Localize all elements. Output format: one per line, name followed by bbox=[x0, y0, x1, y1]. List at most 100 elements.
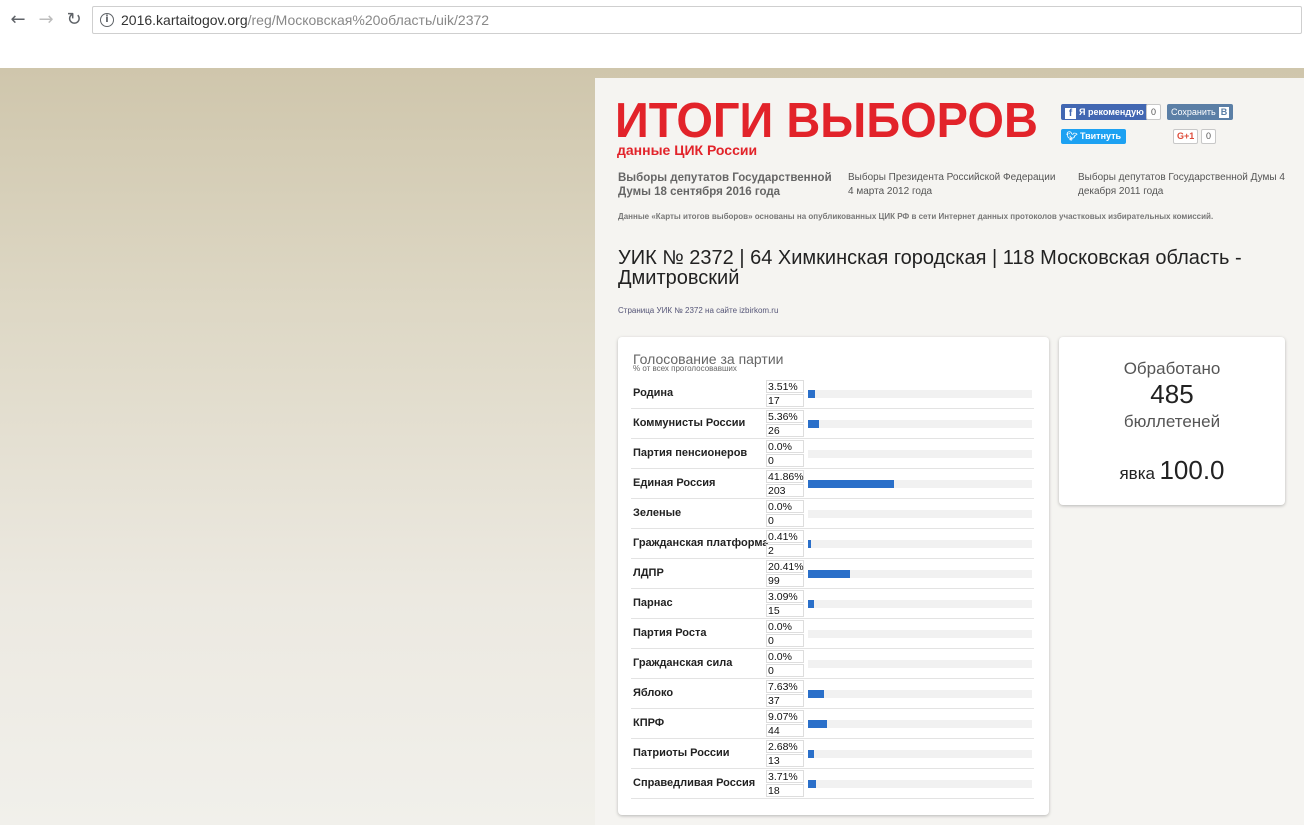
ballots-label: бюллетеней bbox=[1123, 412, 1221, 431]
browser-toolbar: ← → ↻ i 2016.kartaitogov.org/reg/Московс… bbox=[0, 0, 1304, 68]
table-row: КПРФ 9.07% 44 bbox=[631, 709, 1034, 739]
vk-label: Сохранить bbox=[1171, 107, 1216, 117]
party-name: Единая Россия bbox=[633, 477, 716, 489]
party-votes-panel: Голосование за партии % от всех проголос… bbox=[618, 337, 1049, 815]
stats-card: Обработано 485 бюллетеней явка 100.0 bbox=[1059, 337, 1285, 505]
party-count: 37 bbox=[766, 694, 804, 707]
vk-save-button[interactable]: Сохранить В bbox=[1167, 104, 1234, 120]
party-percent: 0.0% bbox=[766, 440, 804, 453]
vote-bar bbox=[808, 720, 827, 728]
table-row: Зеленые 0.0% 0 bbox=[631, 499, 1034, 529]
party-percent: 3.71% bbox=[766, 770, 804, 783]
table-row: Единая Россия 41.86% 203 bbox=[631, 469, 1034, 499]
party-name: Партия Роста bbox=[633, 627, 707, 639]
back-arrow-icon[interactable]: ← bbox=[6, 8, 30, 32]
vote-bar-track bbox=[808, 600, 1032, 608]
processed-value: 485 bbox=[1150, 379, 1194, 409]
election-link-2016[interactable]: Выборы депутатов Государственной Думы 18… bbox=[618, 171, 833, 199]
table-row: Парнас 3.09% 15 bbox=[631, 589, 1034, 619]
party-count: 13 bbox=[766, 754, 804, 767]
table-row: Родина 3.51% 17 bbox=[631, 379, 1034, 409]
izbirkom-link[interactable]: Страница УИК № 2372 на сайте izbirkom.ru bbox=[618, 306, 778, 315]
twitter-bird-icon: 🐦︎ bbox=[1066, 131, 1080, 141]
party-percent: 7.63% bbox=[766, 680, 804, 693]
party-percent: 0.0% bbox=[766, 620, 804, 633]
table-row: Яблоко 7.63% 37 bbox=[631, 679, 1034, 709]
turnout-label: явка bbox=[1119, 464, 1155, 483]
vk-icon: В bbox=[1218, 107, 1230, 118]
election-link-2011[interactable]: Выборы депутатов Государственной Думы 4 … bbox=[1078, 171, 1288, 199]
tw-label: Твитнуть bbox=[1079, 131, 1122, 141]
party-rows: Родина 3.51% 17 Коммунисты России 5.36% 26 Пар… bbox=[631, 379, 1034, 799]
table-row: ЛДПР 20.41% 99 bbox=[631, 559, 1034, 589]
party-name: Гражданская сила bbox=[633, 657, 733, 669]
turnout-value: 100.0 bbox=[1159, 455, 1225, 485]
table-row: Гражданская платформа 0.41% 2 bbox=[631, 529, 1034, 559]
party-percent: 0.41% bbox=[766, 530, 804, 543]
vote-bar bbox=[808, 480, 894, 488]
google-plus-button[interactable]: G+1 bbox=[1173, 129, 1199, 144]
facebook-like-button[interactable]: fЯ рекомендую bbox=[1061, 104, 1148, 120]
vote-bar-track bbox=[808, 720, 1032, 728]
party-count: 2 bbox=[766, 544, 804, 557]
vote-bar-track bbox=[808, 750, 1032, 758]
url-host: 2016.kartaitogov.org bbox=[121, 12, 248, 28]
party-percent: 41.86% bbox=[766, 470, 804, 483]
vote-bar-track bbox=[808, 570, 1032, 578]
reload-icon[interactable]: ↻ bbox=[62, 8, 86, 32]
table-row: Патриоты России 2.68% 13 bbox=[631, 739, 1034, 769]
vote-bar-track bbox=[808, 660, 1032, 668]
turnout: явка 100.0 bbox=[1059, 455, 1285, 486]
url-path: /reg/Московская%20область/uik/2372 bbox=[247, 12, 490, 28]
vote-bar bbox=[808, 540, 811, 548]
tweet-button[interactable]: 🐦︎ Твитнуть bbox=[1061, 129, 1127, 144]
site-logo-subtitle: данные ЦИК России bbox=[617, 142, 758, 158]
party-name: Парнас bbox=[633, 597, 673, 609]
fb-label: Я рекомендую bbox=[1079, 107, 1144, 117]
address-bar[interactable]: i 2016.kartaitogov.org/reg/Московская%20… bbox=[92, 6, 1302, 34]
party-name: Коммунисты России bbox=[633, 417, 746, 429]
party-count: 0 bbox=[766, 634, 804, 647]
party-name: Зеленые bbox=[633, 507, 682, 519]
party-percent: 5.36% bbox=[766, 410, 804, 423]
vote-bar-track bbox=[808, 480, 1032, 488]
vote-bar bbox=[808, 570, 850, 578]
party-count: 99 bbox=[766, 574, 804, 587]
table-row: Коммунисты России 5.36% 26 bbox=[631, 409, 1034, 439]
party-percent: 9.07% bbox=[766, 710, 804, 723]
vote-bar bbox=[808, 750, 814, 758]
page-title: УИК № 2372 | 64 Химкинская городская | 1… bbox=[618, 247, 1242, 289]
party-name: Партия пенсионеров bbox=[633, 447, 748, 459]
party-count: 0 bbox=[766, 514, 804, 527]
info-icon[interactable]: i bbox=[100, 13, 114, 27]
election-link-2012[interactable]: Выборы Президента Российской Федерации 4… bbox=[848, 171, 1063, 199]
party-count: 17 bbox=[766, 394, 804, 407]
vote-bar bbox=[808, 600, 814, 608]
party-count: 203 bbox=[766, 484, 804, 497]
party-name: ЛДПР bbox=[633, 567, 664, 579]
google-plus-count: 0 bbox=[1201, 129, 1217, 144]
party-percent: 0.0% bbox=[766, 650, 804, 663]
vote-bar-track bbox=[808, 690, 1032, 698]
party-name: Патриоты России bbox=[633, 747, 730, 759]
table-row: Справедливая Россия 3.71% 18 bbox=[631, 769, 1034, 799]
vote-bar bbox=[808, 420, 819, 428]
vote-bar-track bbox=[808, 390, 1032, 398]
vote-bar-track bbox=[808, 510, 1032, 518]
party-count: 0 bbox=[766, 664, 804, 677]
party-name: Родина bbox=[633, 387, 674, 399]
vote-bar-track bbox=[808, 540, 1032, 548]
facebook-icon: f bbox=[1065, 108, 1076, 119]
party-count: 26 bbox=[766, 424, 804, 437]
party-count: 0 bbox=[766, 454, 804, 467]
party-percent: 20.41% bbox=[766, 560, 804, 573]
table-row: Партия Роста 0.0% 0 bbox=[631, 619, 1034, 649]
vote-bar-track bbox=[808, 630, 1032, 638]
site-logo-title[interactable]: ИТОГИ ВЫБОРОВ bbox=[615, 91, 1038, 149]
vote-bar-track bbox=[808, 780, 1032, 788]
vote-bar bbox=[808, 390, 815, 398]
vote-bar-track bbox=[808, 420, 1032, 428]
facebook-count: 0 bbox=[1146, 104, 1162, 120]
forward-arrow-icon[interactable]: → bbox=[34, 8, 58, 32]
url-text[interactable]: 2016.kartaitogov.org/reg/Московская%20об… bbox=[121, 12, 489, 28]
